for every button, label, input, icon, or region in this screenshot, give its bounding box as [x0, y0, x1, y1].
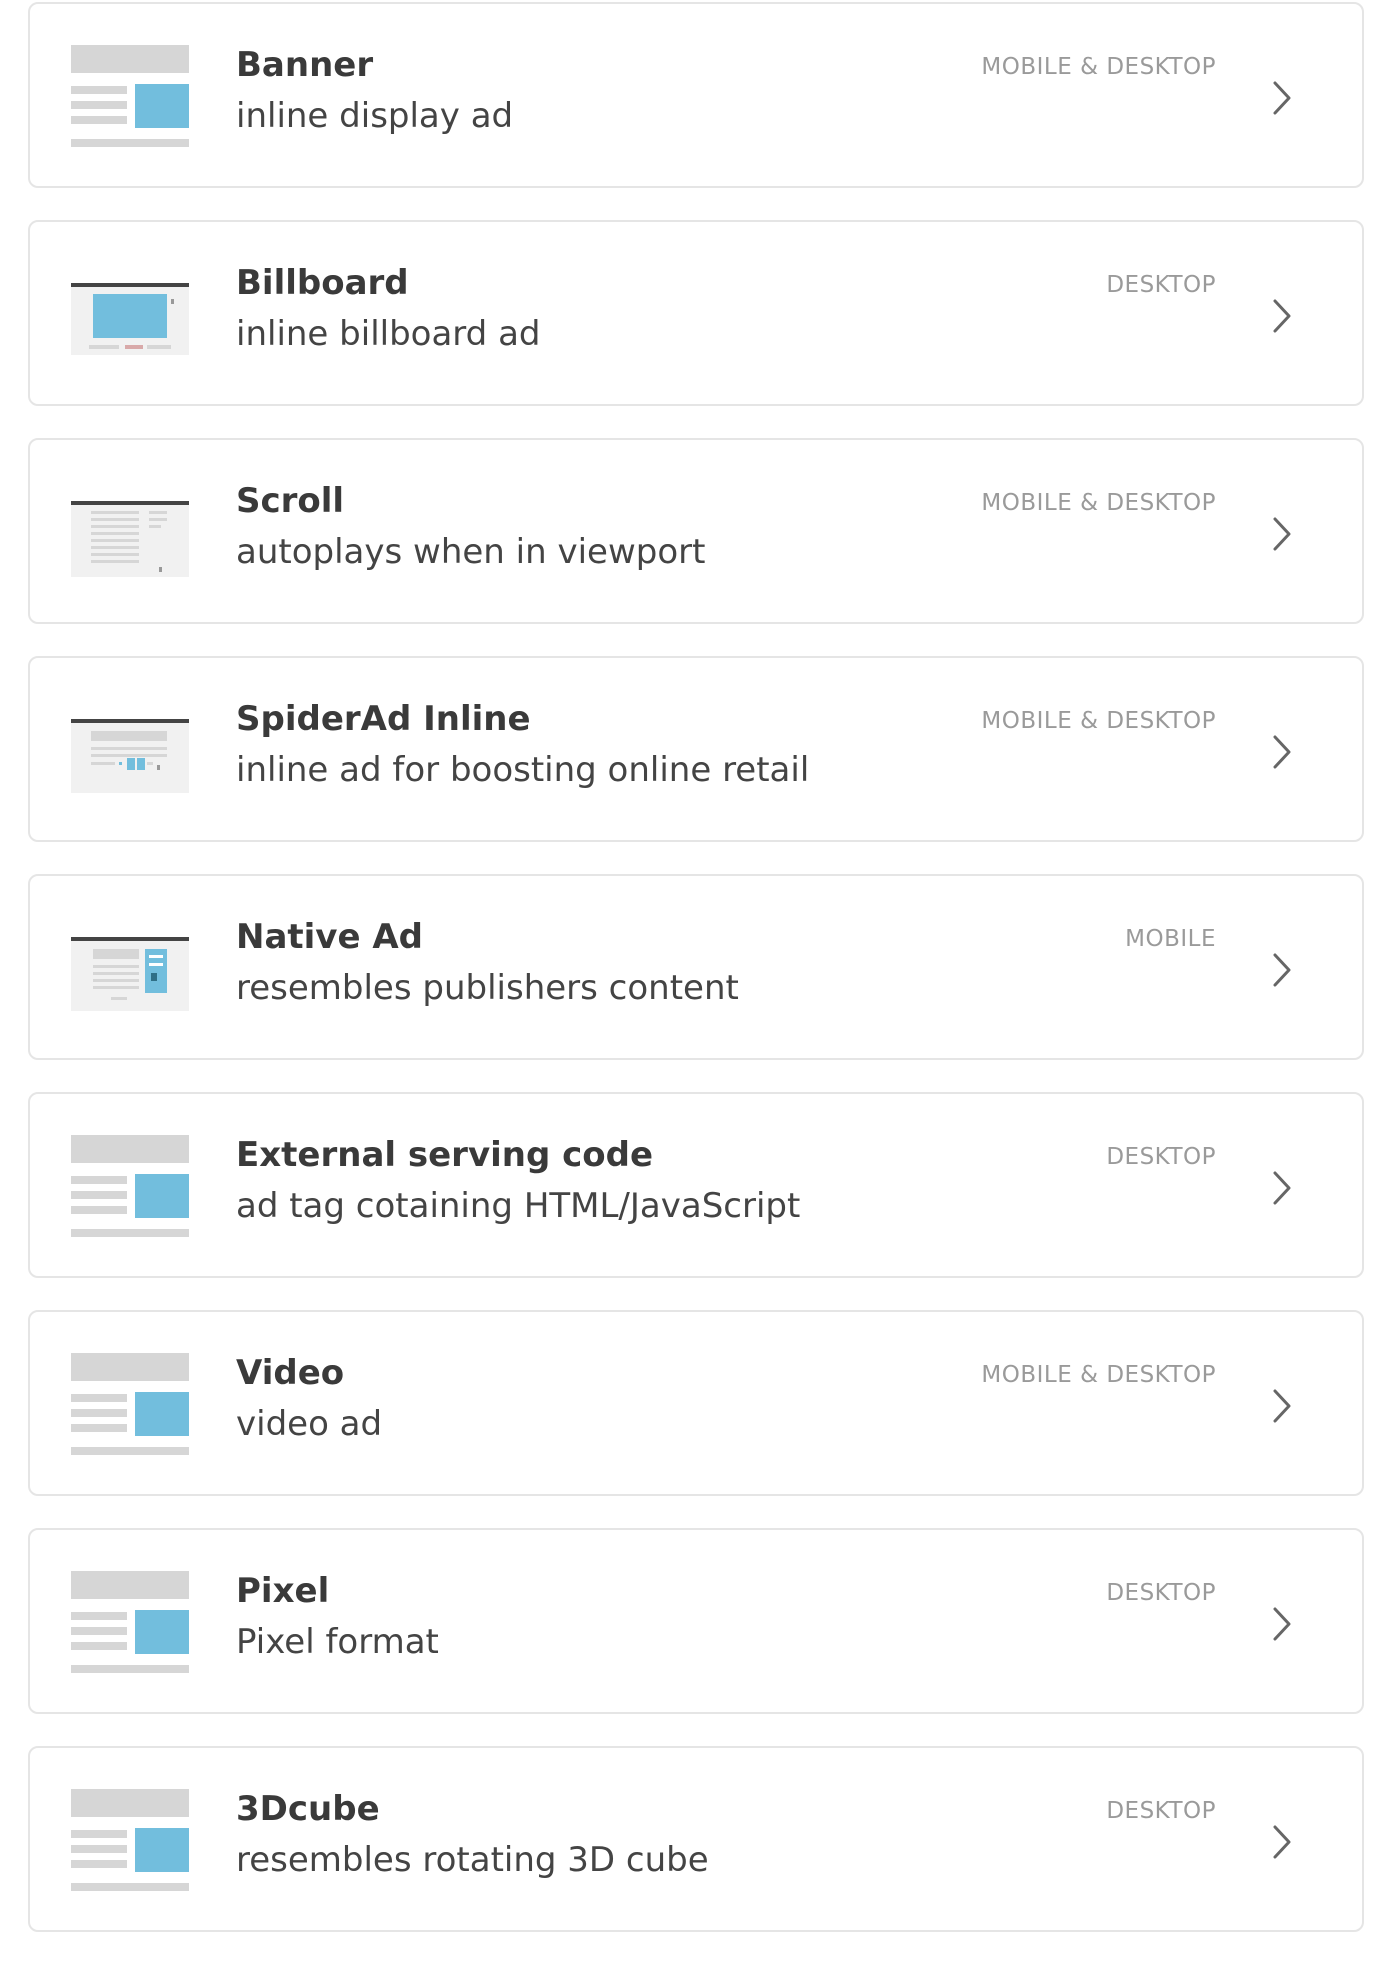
platform-badge: MOBILE	[1125, 926, 1216, 952]
platform-badge: DESKTOP	[1106, 1144, 1216, 1170]
chevron-right-icon[interactable]	[1268, 516, 1296, 552]
ad-format-item-spiderad-inline[interactable]: SpiderAd Inline inline ad for boosting o…	[28, 656, 1364, 842]
platform-badge: MOBILE & DESKTOP	[981, 1362, 1216, 1388]
ad-format-description: video ad	[236, 1404, 383, 1444]
ad-format-item-3dcube[interactable]: 3Dcube resembles rotating 3D cube DESKTO…	[28, 1746, 1364, 1932]
platform-badge: MOBILE & DESKTOP	[981, 54, 1216, 80]
banner-thumbnail-icon	[71, 1571, 189, 1673]
ad-format-item-pixel[interactable]: Pixel Pixel format DESKTOP	[28, 1528, 1364, 1714]
chevron-right-icon[interactable]	[1268, 734, 1296, 770]
chevron-right-icon[interactable]	[1268, 298, 1296, 334]
ad-format-description: inline display ad	[236, 96, 514, 136]
chevron-right-icon[interactable]	[1268, 952, 1296, 988]
ad-format-title: Pixel	[236, 1571, 330, 1611]
platform-badge: DESKTOP	[1106, 272, 1216, 298]
ad-format-description: ad tag cotaining HTML/JavaScript	[236, 1186, 801, 1226]
ad-format-description: autoplays when in viewport	[236, 532, 706, 572]
ad-format-title: Scroll	[236, 481, 345, 521]
ad-format-item-external-serving-code[interactable]: External serving code ad tag cotaining H…	[28, 1092, 1364, 1278]
banner-thumbnail-icon	[71, 45, 189, 147]
ad-format-description: resembles publishers content	[236, 968, 739, 1008]
ad-format-description: inline ad for boosting online retail	[236, 750, 810, 790]
chevron-right-icon[interactable]	[1268, 1388, 1296, 1424]
scroll-thumbnail-icon	[71, 481, 189, 583]
platform-badge: DESKTOP	[1106, 1798, 1216, 1824]
spiderad-thumbnail-icon	[71, 699, 189, 801]
ad-format-item-native-ad[interactable]: Native Ad resembles publishers content M…	[28, 874, 1364, 1060]
ad-format-title: External serving code	[236, 1135, 654, 1175]
banner-thumbnail-icon	[71, 1789, 189, 1891]
ad-format-item-scroll[interactable]: Scroll autoplays when in viewport MOBILE…	[28, 438, 1364, 624]
banner-thumbnail-icon	[71, 1353, 189, 1455]
platform-badge: MOBILE & DESKTOP	[981, 708, 1216, 734]
ad-format-description: Pixel format	[236, 1622, 439, 1662]
ad-format-title: Billboard	[236, 263, 409, 303]
ad-format-description: inline billboard ad	[236, 314, 541, 354]
ad-format-title: Banner	[236, 45, 374, 85]
platform-badge: DESKTOP	[1106, 1580, 1216, 1606]
ad-format-title: Native Ad	[236, 917, 424, 957]
platform-badge: MOBILE & DESKTOP	[981, 490, 1216, 516]
billboard-thumbnail-icon	[71, 263, 189, 365]
ad-format-description: resembles rotating 3D cube	[236, 1840, 709, 1880]
chevron-right-icon[interactable]	[1268, 80, 1296, 116]
ad-format-item-banner[interactable]: Banner inline display ad MOBILE & DESKTO…	[28, 2, 1364, 188]
chevron-right-icon[interactable]	[1268, 1824, 1296, 1860]
ad-format-title: Video	[236, 1353, 345, 1393]
ad-format-list: Banner inline display ad MOBILE & DESKTO…	[28, 2, 1364, 1964]
ad-format-item-billboard[interactable]: Billboard inline billboard ad DESKTOP	[28, 220, 1364, 406]
native-ad-thumbnail-icon	[71, 917, 189, 1019]
chevron-right-icon[interactable]	[1268, 1170, 1296, 1206]
ad-format-title: SpiderAd Inline	[236, 699, 531, 739]
chevron-right-icon[interactable]	[1268, 1606, 1296, 1642]
ad-format-item-video[interactable]: Video video ad MOBILE & DESKTOP	[28, 1310, 1364, 1496]
ad-format-title: 3Dcube	[236, 1789, 380, 1829]
banner-thumbnail-icon	[71, 1135, 189, 1237]
